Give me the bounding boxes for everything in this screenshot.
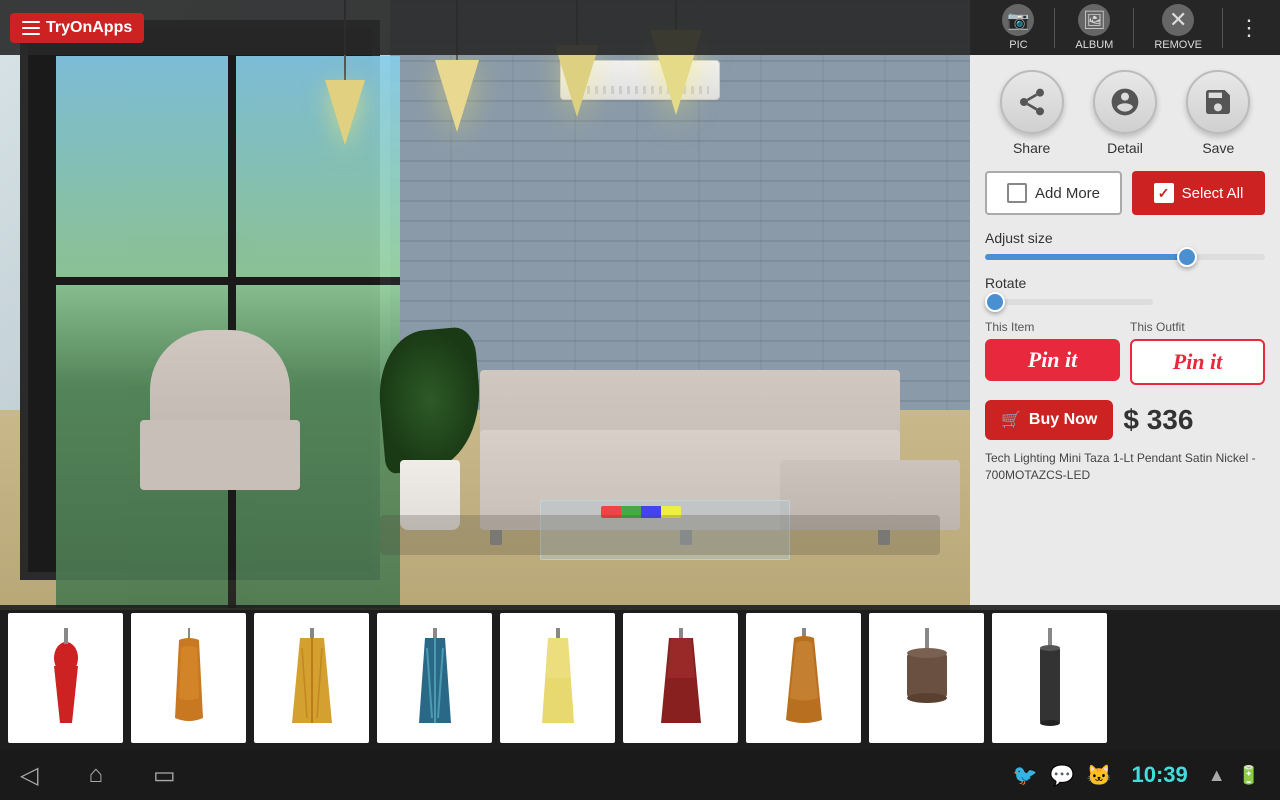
logo-button[interactable]: TryOnApps — [10, 13, 144, 43]
remove-label: REMOVE — [1154, 39, 1202, 51]
pic-label: PIC — [1009, 39, 1027, 51]
cart-icon: 🛒 — [1001, 410, 1021, 430]
rotate-slider[interactable] — [985, 299, 1153, 305]
rotate-thumb[interactable] — [985, 292, 1005, 312]
select-all-label: Select All — [1182, 185, 1244, 202]
right-panel: Share Detail Save Add More — [970, 55, 1280, 610]
status-bar: 🐦 💬 🐱 10:39 ▲ 🔋 — [1013, 762, 1260, 788]
thumb-img-3 — [277, 623, 347, 733]
toolbar: TryOnApps 📷 PIC 🖼 ALBUM ✕ REMOVE ⋮ — [0, 0, 1280, 55]
detail-label: Detail — [1107, 140, 1143, 156]
save-icon — [1186, 70, 1250, 134]
thumb-img-1 — [31, 623, 101, 733]
select-all-checkbox — [1154, 183, 1174, 203]
thumb-img-2 — [154, 623, 224, 733]
clock: 10:39 — [1131, 762, 1187, 788]
thumbnails-bar — [0, 605, 1280, 750]
select-all-button[interactable]: Select All — [1132, 171, 1265, 215]
thumbnail-6[interactable] — [623, 613, 738, 743]
pinit-outfit-button[interactable]: Pin it — [1130, 339, 1265, 385]
slider-thumb[interactable] — [1177, 247, 1197, 267]
thumb-img-9 — [1015, 623, 1085, 733]
pin-row: This Item Pin it This Outfit Pin it — [985, 320, 1265, 385]
pinit-this-item-button[interactable]: Pin it — [985, 339, 1120, 381]
plant — [390, 330, 470, 530]
thumbnail-2[interactable] — [131, 613, 246, 743]
pin-this-outfit-section: This Outfit Pin it — [1130, 320, 1265, 385]
detail-button[interactable]: Detail — [1093, 70, 1157, 156]
divider-3 — [1222, 8, 1223, 48]
save-label: Save — [1202, 140, 1234, 156]
thumbnail-8[interactable] — [869, 613, 984, 743]
thumb-img-4 — [400, 623, 470, 733]
thumbnail-9[interactable] — [992, 613, 1107, 743]
save-button[interactable]: Save — [1186, 70, 1250, 156]
detail-icon — [1093, 70, 1157, 134]
scene-background — [0, 0, 970, 610]
rotate-label: Rotate — [985, 275, 1265, 291]
share-button[interactable]: Share — [1000, 70, 1064, 156]
twitter-icon: 🐦 — [1013, 763, 1038, 788]
thumb-img-6 — [646, 623, 716, 733]
adjust-size-slider[interactable] — [985, 254, 1265, 260]
wifi-icon: ▲ — [1208, 765, 1226, 786]
more-button[interactable]: ⋮ — [1228, 10, 1270, 46]
chat-icon: 💬 — [1050, 763, 1075, 788]
thumbnail-1[interactable] — [8, 613, 123, 743]
thumbnail-3[interactable] — [254, 613, 369, 743]
pin-this-item-label: This Item — [985, 320, 1120, 334]
carpet — [380, 515, 940, 555]
divider-1 — [1054, 8, 1055, 48]
buy-row: 🛒 Buy Now $ 336 — [985, 400, 1265, 440]
add-more-label: Add More — [1035, 185, 1100, 202]
add-more-button[interactable]: Add More — [985, 171, 1122, 215]
remove-icon: ✕ — [1162, 4, 1194, 36]
menu-icon — [22, 21, 40, 35]
adjust-size-label: Adjust size — [985, 230, 1265, 246]
price: $ 336 — [1123, 404, 1193, 436]
slider-fill — [985, 254, 1187, 260]
pin-this-item-section: This Item Pin it — [985, 320, 1120, 385]
back-button[interactable]: ◁ — [20, 761, 38, 790]
thumb-img-5 — [523, 623, 593, 733]
pic-button[interactable]: 📷 PIC — [1002, 4, 1034, 51]
album-icon: 🖼 — [1078, 4, 1110, 36]
chair — [140, 330, 340, 510]
pinit-this-item-text: Pin it — [1028, 347, 1078, 373]
thumb-img-7 — [769, 623, 839, 733]
share-label: Share — [1013, 140, 1050, 156]
logo-text: TryOnApps — [46, 19, 132, 37]
selection-row: Add More Select All — [985, 171, 1265, 215]
action-row: Share Detail Save — [985, 70, 1265, 156]
buy-now-button[interactable]: 🛒 Buy Now — [985, 400, 1113, 440]
album-label: ALBUM — [1075, 39, 1113, 51]
thumb-img-8 — [892, 623, 962, 733]
album-button[interactable]: 🖼 ALBUM — [1075, 4, 1113, 51]
remove-button[interactable]: ✕ REMOVE — [1154, 4, 1202, 51]
buy-now-label: Buy Now — [1029, 411, 1097, 429]
divider-2 — [1133, 8, 1134, 48]
recents-button[interactable]: ▭ — [153, 761, 176, 790]
thumbnail-4[interactable] — [377, 613, 492, 743]
product-name: Tech Lighting Mini Taza 1-Lt Pendant Sat… — [985, 450, 1265, 484]
thumbnail-7[interactable] — [746, 613, 861, 743]
camera-icon: 📷 — [1002, 4, 1034, 36]
add-more-checkbox — [1007, 183, 1027, 203]
battery-icon: 🔋 — [1238, 765, 1260, 786]
bottom-nav: ◁ ⌂ ▭ 🐦 💬 🐱 10:39 ▲ 🔋 — [0, 750, 1280, 800]
pinit-outfit-text: Pin it — [1173, 349, 1223, 375]
home-button[interactable]: ⌂ — [88, 761, 103, 789]
share-icon — [1000, 70, 1064, 134]
pin-this-outfit-label: This Outfit — [1130, 320, 1265, 334]
thumbnail-5[interactable] — [500, 613, 615, 743]
cat-icon: 🐱 — [1087, 763, 1112, 788]
